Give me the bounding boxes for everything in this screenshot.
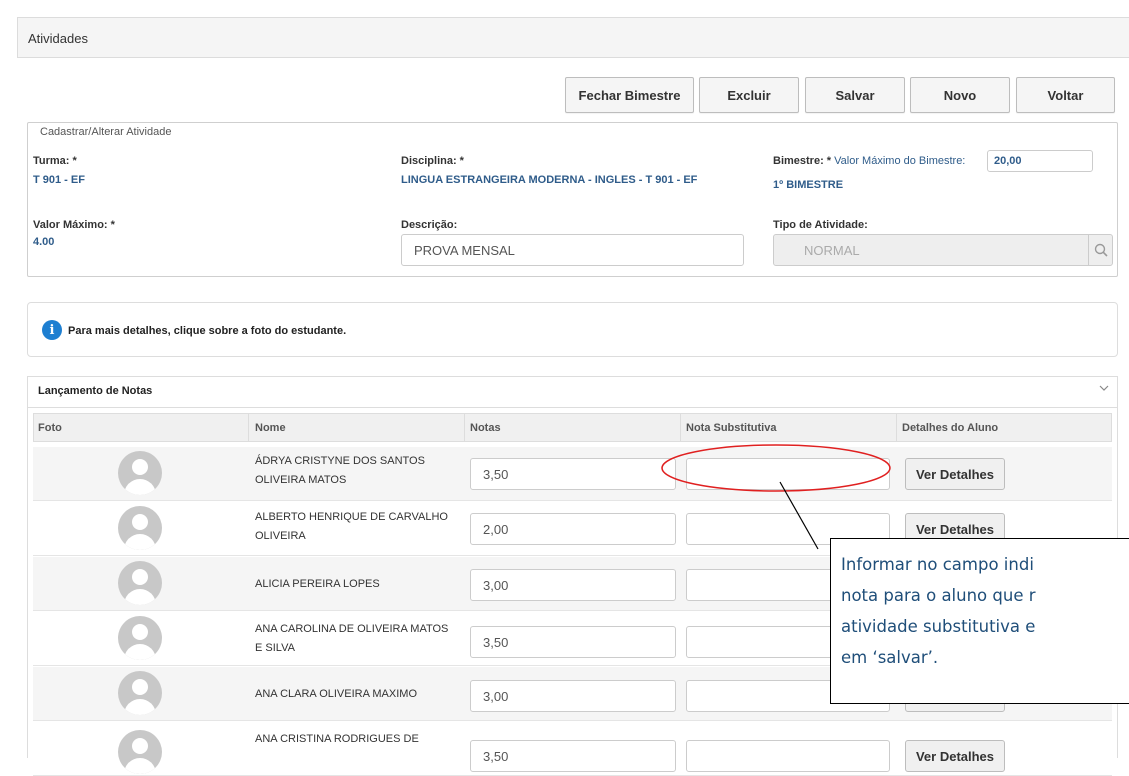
bimestre-label: Bimestre: * Valor Máximo do Bimestre: [773,155,965,167]
student-name: ALICIA PEREIRA LOPES [255,578,380,590]
grade-value: 3,00 [483,577,509,593]
column-header-nome: Nome [255,422,286,434]
student-name: ANA CRISTINA RODRIGUES DE [255,733,419,745]
grade-input[interactable]: 3,50 [470,626,676,658]
column-divider [248,413,249,442]
callout-line: em ‘salvar’. [841,648,939,667]
avatar[interactable] [118,451,162,495]
callout-line: atividade substitutiva e [841,617,1036,636]
avatar[interactable] [118,561,162,605]
grade-input[interactable]: 2,00 [470,513,676,545]
instruction-callout: Informar no campo indi nota para o aluno… [830,538,1129,704]
grade-input[interactable]: 3,00 [470,680,676,712]
grade-value: 3,00 [483,688,509,704]
turma-label: Turma: * [33,155,77,167]
disciplina-value: LINGUA ESTRANGEIRA MODERNA - INGLES - T … [401,174,698,186]
descricao-value: PROVA MENSAL [414,242,515,258]
column-header-foto: Foto [38,422,62,434]
substitute-grade-input[interactable] [686,740,890,772]
grade-value: 3,50 [483,634,509,650]
max-bimestre-value: 20,00 [994,155,1022,167]
view-details-button[interactable]: Ver Detalhes [905,458,1005,490]
column-header-nota-substitutiva: Nota Substitutiva [686,422,777,434]
column-header-notas: Notas [470,422,501,434]
student-name: ANA CLARA OLIVEIRA MAXIMO [255,688,417,700]
page-title: Atividades [28,31,88,46]
turma-value: T 901 - EF [33,174,85,186]
info-icon: i [42,320,62,340]
avatar[interactable] [118,671,162,715]
callout-line: nota para o aluno que r [841,586,1036,605]
bimestre-label-text: Bimestre: * [773,155,832,167]
delete-button[interactable]: Excluir [699,77,799,113]
avatar[interactable] [118,616,162,660]
close-bimester-button[interactable]: Fechar Bimestre [565,77,694,113]
valor-max-value: 4.00 [33,236,55,248]
callout-line: Informar no campo indi [841,555,1034,574]
grade-input[interactable]: 3,50 [470,458,676,490]
substitute-grade-input[interactable] [686,458,890,490]
descricao-input[interactable]: PROVA MENSAL [401,234,744,266]
max-bimestre-label: Valor Máximo do Bimestre: [834,155,966,167]
avatar[interactable] [118,506,162,550]
form-legend: Cadastrar/Alterar Atividade [36,126,176,138]
valor-max-label: Valor Máximo: * [33,219,115,231]
avatar[interactable] [118,730,162,774]
max-bimestre-field: 20,00 [987,150,1093,172]
column-header-detalhes: Detalhes do Aluno [902,422,999,434]
tipo-value: NORMAL [804,242,860,258]
student-name: ÁDRYA CRISTYNE DOS SANTOS OLIVEIRA MATOS [255,455,425,486]
column-divider [896,413,897,442]
grade-input[interactable]: 3,00 [470,569,676,601]
student-name: ALBERTO HENRIQUE DE CARVALHO OLIVEIRA [255,511,448,542]
grade-input[interactable]: 3,50 [470,740,676,772]
chevron-down-icon[interactable] [1098,382,1110,397]
descricao-label: Descrição: [401,219,458,231]
student-name: ANA CAROLINA DE OLIVEIRA MATOS E SILVA [255,623,449,654]
page-header: Atividades [17,17,1129,58]
column-divider [464,413,465,442]
grades-divider [27,407,1118,408]
save-button[interactable]: Salvar [805,77,905,113]
disciplina-label: Disciplina: * [401,155,464,167]
view-details-button[interactable]: Ver Detalhes [905,740,1005,772]
grades-title: Lançamento de Notas [38,385,153,397]
grade-value: 2,00 [483,521,509,537]
grade-value: 3,50 [483,748,509,764]
info-text: Para mais detalhes, clique sobre a foto … [68,325,347,337]
tipo-input[interactable]: NORMAL [773,234,1113,266]
bimestre-value: 1º BIMESTRE [773,179,844,191]
tipo-label: Tipo de Atividade: [773,219,868,231]
column-divider [680,413,681,442]
grade-value: 3,50 [483,466,509,482]
back-button[interactable]: Voltar [1016,77,1115,113]
new-button[interactable]: Novo [910,77,1010,113]
tipo-search-icon[interactable] [1088,234,1113,266]
